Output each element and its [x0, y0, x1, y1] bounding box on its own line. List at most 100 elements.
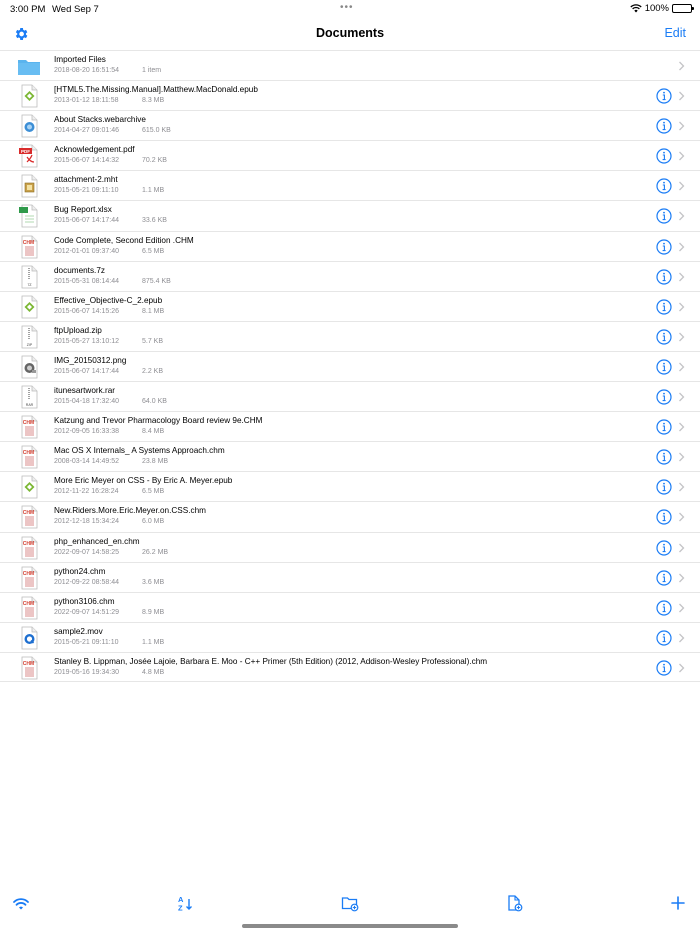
file-date: 2012-11-22 16:28:24: [54, 488, 119, 496]
home-indicator[interactable]: [242, 924, 458, 928]
svg-text:CHM: CHM: [23, 240, 34, 246]
quicktime-icon: [21, 626, 38, 650]
chm-icon: CHM: [21, 566, 38, 589]
info-icon[interactable]: [656, 509, 672, 526]
file-row[interactable]: CHM Mac OS X Internals_ A Systems Approac…: [0, 441, 700, 471]
file-date: 2015-06-07 14:14:32: [54, 157, 119, 165]
wifi-transfer-icon[interactable]: [12, 894, 30, 912]
file-row[interactable]: Bug Report.xlsx 2015-06-07 14:17:44 33.6 K…: [0, 200, 700, 230]
info-icon[interactable]: [656, 208, 672, 225]
svg-text:CHM: CHM: [23, 601, 34, 607]
info-icon[interactable]: [656, 660, 672, 676]
info-icon[interactable]: [656, 389, 672, 405]
file-date: 2019-05-16 19:34:30: [54, 668, 119, 676]
epub-icon: [21, 84, 38, 108]
info-icon[interactable]: [656, 359, 672, 375]
folder-icon: [18, 60, 40, 75]
file-row[interactable]: IMG_20150312.png 2015-06-07 14:17:44 2.2 K…: [0, 350, 700, 381]
edit-button[interactable]: Edit: [664, 26, 686, 40]
file-row[interactable]: PDF Acknowledgement.pdf 2015-06-07 14:14:3…: [0, 140, 700, 170]
multitasking-dots[interactable]: •••: [340, 2, 354, 13]
file-row[interactable]: CHM python3106.chm 2022-09-07 14:51:29 8.9 …: [0, 591, 700, 622]
file-name: Imported Files: [54, 55, 106, 64]
file-row[interactable]: About Stacks.webarchive 2014-04-27 09:01:…: [0, 110, 700, 140]
info-icon[interactable]: [656, 329, 672, 345]
info-icon[interactable]: [656, 449, 672, 465]
chevron-right-icon: [679, 272, 685, 282]
file-name: New.Riders.More.Eric.Meyer.on.CSS.chm: [54, 506, 206, 516]
file-date: 2015-06-07 14:15:26: [54, 307, 119, 315]
file-row[interactable]: CHM Stanley B. Lippman, Josée Lajoie, Bar…: [0, 651, 700, 682]
file-name: attachment-2.mht: [54, 175, 118, 185]
bottom-toolbar: AZ: [0, 892, 700, 916]
chevron-right-icon: [679, 181, 685, 191]
file-size: 1.1 MB: [142, 187, 165, 195]
info-icon[interactable]: [656, 299, 672, 315]
file-date: 2015-05-27 13:10:12: [54, 337, 119, 345]
file-size: 6.5 MB: [142, 247, 165, 255]
chm-icon: CHM: [21, 506, 38, 529]
info-icon[interactable]: [656, 630, 672, 646]
rar-icon: RAR: [21, 385, 38, 409]
file-row[interactable]: sample2.mov 2015-05-21 09:11:10 1.1 MB: [0, 621, 700, 652]
info-icon[interactable]: [656, 419, 672, 435]
file-size: 8.4 MB: [142, 428, 165, 436]
file-row[interactable]: Effective_Objective-C_2.epub 2015-06-07 1…: [0, 290, 700, 321]
file-row[interactable]: ZIP ftpUpload.zip 2015-05-27 13:10:12 5.7 K…: [0, 320, 700, 351]
file-name: itunesartwork.rar: [54, 386, 115, 396]
info-icon[interactable]: [656, 539, 672, 556]
file-name: [HTML5.The.Missing.Manual].Matthew.MacDo…: [54, 85, 258, 95]
file-row[interactable]: CHM python24.chm 2012-09-22 08:58:44 3.6 MB: [0, 561, 700, 592]
battery-icon: [672, 4, 694, 13]
new-folder-icon[interactable]: [341, 894, 359, 912]
navigation-bar: Documents Edit: [0, 18, 700, 50]
info-icon[interactable]: [656, 269, 672, 285]
file-size: 6.5 MB: [142, 488, 165, 496]
chevron-right-icon: [679, 242, 685, 252]
file-row[interactable]: [HTML5.The.Missing.Manual].Matthew.MacDo…: [0, 80, 700, 110]
info-icon[interactable]: [656, 178, 672, 194]
chm-icon: CHM: [21, 596, 38, 620]
file-name: documents.7z: [54, 265, 105, 275]
chevron-right-icon: [679, 91, 685, 101]
file-row[interactable]: RAR itunesartwork.rar 2015-04-18 17:32:40 6…: [0, 381, 700, 411]
info-icon[interactable]: [656, 479, 672, 495]
add-icon[interactable]: [669, 894, 687, 912]
svg-text:PDF: PDF: [21, 149, 30, 154]
sort-az-icon[interactable]: AZ: [176, 894, 194, 912]
xlsx-icon: [19, 205, 38, 228]
file-row[interactable]: Imported Files 2018-08-20 16:51:54 1 item: [0, 50, 700, 80]
file-row[interactable]: CHM New.Riders.More.Eric.Meyer.on.CSS.chm…: [0, 501, 700, 531]
svg-text:CHM: CHM: [23, 510, 34, 516]
svg-text:CHM: CHM: [23, 541, 34, 547]
file-row[interactable]: More Eric Meyer on CSS - By Eric A. Meye…: [0, 471, 700, 501]
info-icon[interactable]: [656, 88, 672, 104]
chevron-right-icon: [679, 663, 685, 673]
file-row[interactable]: CHM Code Complete, Second Edition .CHM 201…: [0, 230, 700, 261]
info-icon[interactable]: [656, 118, 672, 134]
file-size: 875.4 KB: [142, 277, 171, 285]
info-icon[interactable]: [656, 569, 672, 586]
new-file-icon[interactable]: [505, 894, 523, 912]
chevron-right-icon: [679, 332, 685, 342]
file-row[interactable]: 7Z documents.7z 2015-05-31 08:14:44 875.4 K…: [0, 260, 700, 291]
file-row[interactable]: CHM php_enhanced_en.chm 2022-09-07 14:58:2…: [0, 531, 700, 562]
file-row[interactable]: attachment-2.mht 2015-05-21 09:11:10 1.1 M…: [0, 170, 700, 200]
svg-text:CHM: CHM: [23, 571, 34, 577]
info-icon[interactable]: [656, 148, 672, 164]
chevron-right-icon: [679, 212, 685, 221]
svg-text:CHM: CHM: [23, 450, 34, 456]
page-title: Documents: [315, 26, 385, 40]
chevron-right-icon: [679, 482, 685, 492]
file-name: Bug Report.xlsx: [54, 205, 112, 215]
file-date: 2014-04-27 09:01:46: [54, 127, 119, 135]
info-icon[interactable]: [656, 600, 672, 616]
file-date: 2022-09-07 14:51:29: [54, 608, 119, 616]
file-row[interactable]: CHM Katzung and Trevor Pharmacology Board…: [0, 411, 700, 441]
epub-icon: [21, 475, 38, 499]
info-icon[interactable]: [656, 238, 672, 255]
file-date: 2012-09-05 16:33:38: [54, 428, 119, 436]
mht-icon: [21, 174, 38, 198]
file-name: More Eric Meyer on CSS - By Eric A. Meye…: [54, 476, 233, 486]
file-size: 33.6 KB: [142, 217, 167, 225]
